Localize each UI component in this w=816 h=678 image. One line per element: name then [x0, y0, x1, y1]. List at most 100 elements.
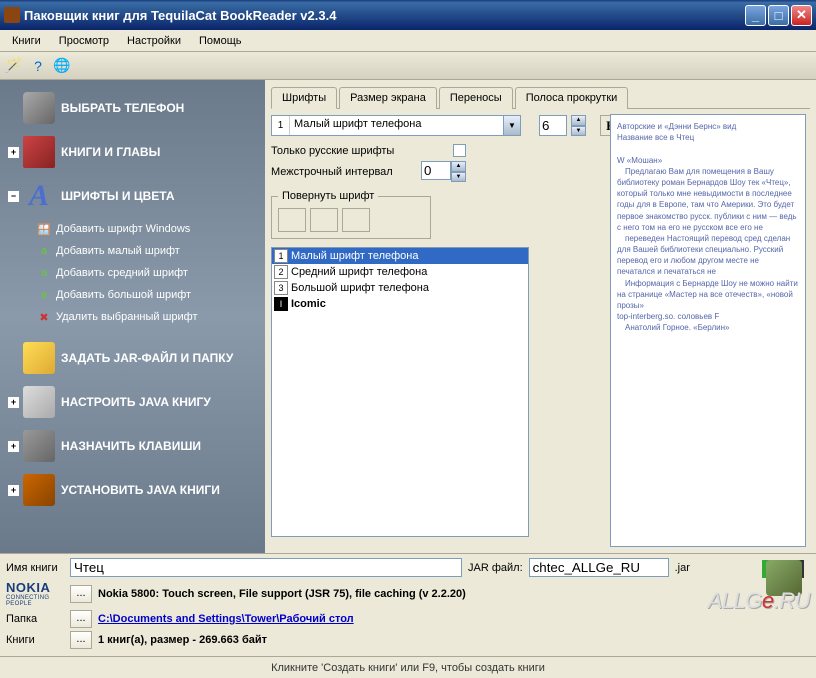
minimize-button[interactable]: _ — [745, 5, 766, 26]
preview-line: tоp-interberg.so. соловьев F — [617, 311, 799, 322]
sidebar-label: ЗАДАТЬ JAR-ФАЙЛ И ПАПКУ — [61, 351, 233, 365]
phone-icon — [23, 92, 55, 124]
keys-icon — [23, 430, 55, 462]
sidebar-item-phone[interactable]: ВЫБРАТЬ ТЕЛЕФОН — [0, 86, 265, 130]
expand-icon[interactable]: + — [8, 441, 19, 452]
expand-icon[interactable]: + — [8, 397, 19, 408]
expand-icon[interactable]: + — [8, 147, 19, 158]
line-spacing-label: Межстрочный интервал — [271, 166, 393, 178]
tab-hyphenation[interactable]: Переносы — [439, 87, 513, 109]
expand-icon[interactable]: + — [8, 485, 19, 496]
collapse-icon[interactable]: − — [8, 191, 19, 202]
content-pane: Шрифты Размер экрана Переносы Полоса про… — [265, 80, 816, 553]
phone-browse-button[interactable]: ... — [70, 585, 92, 603]
rotate-option-3[interactable] — [342, 208, 370, 232]
font-dropdown[interactable]: 1 Малый шрифт телефона ▼ — [271, 115, 521, 136]
font-icon: A — [23, 180, 55, 212]
sidebar-sub-delete-font[interactable]: ✖ Удалить выбранный шрифт — [0, 306, 265, 328]
font-selected-text: Малый шрифт телефона — [290, 116, 503, 135]
app-icon — [4, 7, 20, 23]
preview-line: Название все в Чтец — [617, 132, 799, 143]
build-book-icon[interactable] — [766, 560, 802, 596]
window-title: Паковщик книг для TequilaCat BookReader … — [24, 8, 745, 23]
sidebar-item-books[interactable]: + КНИГИ И ГЛАВЫ — [0, 130, 265, 174]
menu-help[interactable]: Помощь — [191, 33, 250, 49]
jar-ext: .jar — [675, 562, 690, 574]
sidebar-label: НАСТРОИТЬ JAVA КНИГУ — [61, 395, 211, 409]
nokia-tagline: CONNECTING PEOPLE — [6, 595, 64, 607]
books-info: 1 книг(а), размер - 269.663 байт — [98, 634, 267, 646]
sidebar-label: ВЫБРАТЬ ТЕЛЕФОН — [61, 101, 184, 115]
tab-scrollbar[interactable]: Полоса прокрутки — [515, 87, 629, 109]
jar-name-input[interactable] — [529, 558, 669, 577]
book-name-input[interactable] — [70, 558, 462, 577]
close-button[interactable]: ✕ — [791, 5, 812, 26]
font-list-item[interactable]: I Icomic — [272, 296, 528, 312]
font-badge: I — [274, 297, 288, 311]
font-list-item[interactable]: 3 Большой шрифт телефона — [272, 280, 528, 296]
preview-pane: Авторские и «Дэнни Бернс» вид Название в… — [610, 114, 806, 547]
chevron-down-icon[interactable]: ▼ — [503, 116, 520, 135]
toolbar-world-icon[interactable]: 🌐 — [52, 56, 72, 76]
sidebar-sub-label: Добавить большой шрифт — [56, 289, 191, 301]
toolbar-help-icon[interactable]: ? — [28, 56, 48, 76]
preview-line: переведен Настоящий перевод сред сделан … — [617, 233, 799, 278]
maximize-button[interactable]: □ — [768, 5, 789, 26]
preview-line: Анатолий Горное. «Берлин» — [617, 322, 799, 333]
preview-line: W «Мошан» — [617, 155, 799, 166]
rotate-legend: Повернуть шрифт — [278, 190, 378, 202]
sidebar-sub-label: Добавить шрифт Windows — [56, 223, 190, 235]
menu-view[interactable]: Просмотр — [51, 33, 117, 49]
font-size-input[interactable] — [539, 115, 567, 136]
titlebar: Паковщик книг для TequilaCat BookReader … — [0, 0, 816, 30]
books-label: Книги — [6, 634, 64, 646]
statusbar: Кликните 'Создать книги' или F9, чтобы с… — [0, 656, 816, 678]
font-list-label: Большой шрифт телефона — [291, 282, 429, 294]
tab-fonts[interactable]: Шрифты — [271, 87, 337, 109]
folder-browse-button[interactable]: ... — [70, 610, 92, 628]
line-spacing-spinner[interactable]: ▲▼ — [451, 161, 466, 182]
menubar: Книги Просмотр Настройки Помощь — [0, 30, 816, 52]
book-name-label: Имя книги — [6, 562, 64, 574]
sidebar-sub-add-small-font[interactable]: a Добавить малый шрифт — [0, 240, 265, 262]
only-russian-checkbox[interactable] — [453, 144, 466, 157]
tab-screen-size[interactable]: Размер экрана — [339, 87, 437, 109]
folder-path-link[interactable]: C:\Documents and Settings\Tower\Рабочий … — [98, 613, 354, 625]
small-font-icon: a — [36, 243, 52, 259]
font-size-spinner[interactable]: ▲▼ — [571, 115, 586, 136]
sidebar-sub-add-medium-font[interactable]: a Добавить средний шрифт — [0, 262, 265, 284]
font-list-item[interactable]: 1 Малый шрифт телефона — [272, 248, 528, 264]
delete-icon: ✖ — [36, 309, 52, 325]
font-list[interactable]: 1 Малый шрифт телефона 2 Средний шрифт т… — [271, 247, 529, 537]
sidebar-sub-label: Удалить выбранный шрифт — [56, 311, 198, 323]
sidebar-item-jar[interactable]: ЗАДАТЬ JAR-ФАЙЛ И ПАПКУ — [0, 336, 265, 380]
sidebar-item-java[interactable]: + НАСТРОИТЬ JAVA КНИГУ — [0, 380, 265, 424]
java-icon — [23, 386, 55, 418]
sidebar-sub-add-windows-font[interactable]: 🪟 Добавить шрифт Windows — [0, 218, 265, 240]
rotate-fieldset: Повернуть шрифт — [271, 190, 431, 239]
font-list-label: Средний шрифт телефона — [291, 266, 427, 278]
nokia-logo: NOKIA — [6, 580, 64, 595]
font-list-item[interactable]: 2 Средний шрифт телефона — [272, 264, 528, 280]
preview-line: Информация с Бернарде Шоу не можно найти… — [617, 278, 799, 312]
jar-label: JAR файл: — [468, 562, 523, 574]
windows-icon: 🪟 — [36, 221, 52, 237]
menu-books[interactable]: Книги — [4, 33, 49, 49]
medium-font-icon: a — [36, 265, 52, 281]
sidebar-item-keys[interactable]: + НАЗНАЧИТЬ КЛАВИШИ — [0, 424, 265, 468]
toolbar-wizard-icon[interactable]: 🪄 — [4, 56, 24, 76]
status-text: Кликните 'Создать книги' или F9, чтобы с… — [271, 662, 545, 674]
folder-icon — [23, 342, 55, 374]
font-badge: 2 — [274, 265, 288, 279]
sidebar-sub-label: Добавить средний шрифт — [56, 267, 188, 279]
menu-settings[interactable]: Настройки — [119, 33, 189, 49]
sidebar-sub-add-large-font[interactable]: a Добавить большой шрифт — [0, 284, 265, 306]
rotate-option-2[interactable] — [310, 208, 338, 232]
line-spacing-input[interactable] — [421, 161, 451, 180]
sidebar-item-install[interactable]: + УСТАНОВИТЬ JAVA КНИГИ — [0, 468, 265, 512]
rotate-option-1[interactable] — [278, 208, 306, 232]
sidebar-label: КНИГИ И ГЛАВЫ — [61, 145, 160, 159]
sidebar-item-fonts[interactable]: − A ШРИФТЫ И ЦВЕТА — [0, 174, 265, 218]
font-list-label: Icomic — [291, 298, 326, 310]
preview-line: Авторские и «Дэнни Бернс» вид — [617, 121, 799, 132]
